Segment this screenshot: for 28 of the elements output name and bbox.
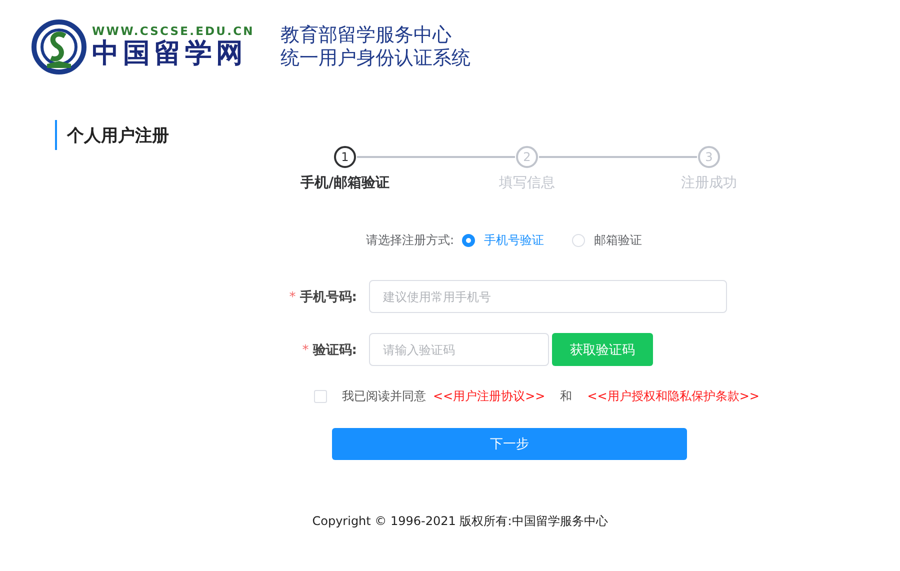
field-label: * 验证码: bbox=[302, 342, 357, 358]
agree-text: 我已阅读并同意 bbox=[342, 388, 426, 405]
step-label: 手机/邮箱验证 bbox=[300, 174, 390, 192]
system-title: 教育部留学服务中心 bbox=[280, 24, 452, 47]
site-url: WWW.CSCSE.EDU.CN bbox=[92, 24, 254, 38]
get-code-button[interactable]: 获取验证码 bbox=[552, 333, 653, 366]
code-input[interactable]: 请输入验证码 bbox=[369, 333, 549, 366]
step-number: 1 bbox=[334, 146, 356, 168]
site-name: 中国留学网 bbox=[92, 38, 248, 70]
step-number: 2 bbox=[516, 146, 538, 168]
step-number: 3 bbox=[698, 146, 720, 168]
radio-icon[interactable] bbox=[462, 234, 476, 247]
step-label: 填写信息 bbox=[499, 174, 555, 192]
system-title: 统一用户身份认证系统 bbox=[280, 47, 470, 70]
agree-checkbox[interactable] bbox=[314, 390, 327, 403]
agreement-link[interactable]: <<用户注册协议>> bbox=[433, 388, 546, 405]
phone-input[interactable]: 建议使用常用手机号 bbox=[369, 280, 727, 313]
copyright-text: Copyright © 1996-2021 版权所有:中国留学服务中心 bbox=[312, 513, 608, 530]
logo-icon bbox=[30, 18, 88, 76]
section-title: 个人用户注册 bbox=[67, 124, 169, 146]
next-button[interactable]: 下一步 bbox=[332, 428, 687, 460]
radio-option[interactable]: 邮箱验证 bbox=[572, 232, 642, 249]
radio-option[interactable]: 手机号验证 bbox=[462, 232, 544, 249]
step-label: 注册成功 bbox=[681, 174, 737, 192]
method-label: 请选择注册方式: bbox=[366, 232, 454, 249]
field-label: * 手机号码: bbox=[289, 288, 357, 306]
privacy-link[interactable]: <<用户授权和隐私保护条款>> bbox=[587, 388, 760, 405]
joiner-text: 和 bbox=[560, 388, 572, 405]
